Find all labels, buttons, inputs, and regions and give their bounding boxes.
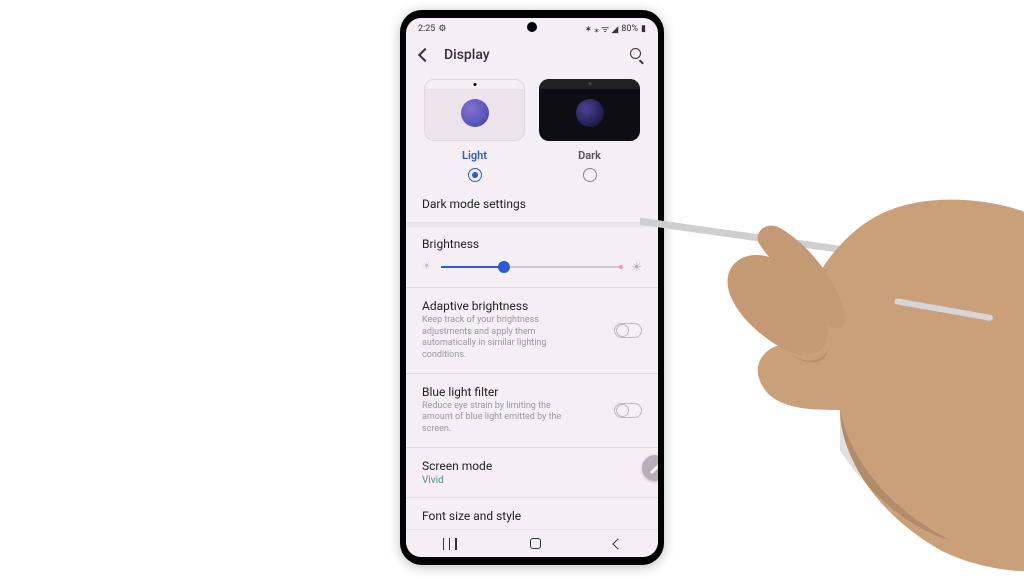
hand-with-stylus [640,150,1024,580]
font-item[interactable]: Font size and style [406,498,658,529]
blue-light-sub: Reduce eye strain by limiting the amount… [422,401,582,436]
screen-mode-item[interactable]: Screen mode Vivid [406,448,658,497]
nav-recents-icon[interactable] [443,538,457,550]
blue-light-filter-item[interactable]: Blue light filter Reduce eye strain by l… [406,374,658,447]
screen-mode-title: Screen mode [422,459,642,473]
dark-mode-settings-label: Dark mode settings [422,197,642,211]
brightness-slider-thumb[interactable] [498,261,510,273]
radio-light[interactable] [468,168,482,182]
theme-option-light[interactable]: Light [424,79,525,182]
page-header: Display [406,37,658,73]
adaptive-brightness-item[interactable]: Adaptive brightness Keep track of your b… [406,288,658,373]
adaptive-brightness-title: Adaptive brightness [422,299,614,313]
adaptive-brightness-sub: Keep track of your brightness adjustment… [422,315,582,362]
theme-option-dark[interactable]: Dark [539,79,640,182]
blue-light-title: Blue light filter [422,385,614,399]
adaptive-brightness-toggle[interactable] [614,323,642,338]
nav-home-icon[interactable] [530,538,541,549]
theme-selector: Light Dark [406,73,658,186]
screen-mode-value: Vivid [422,475,642,486]
brightness-slider-max-dot [619,265,623,269]
font-title: Font size and style [422,509,642,523]
status-indicators: ✶ ⁎ ᯤ ◢ [584,22,618,35]
settings-content: Light Dark Dark mode settings Brightnes [406,73,658,529]
radio-dark[interactable] [583,168,597,182]
brightness-slider[interactable] [441,266,621,268]
screen: 2:25 ⚙ ✶ ⁎ ᯤ ◢ 80% ▮ Display L [406,18,658,557]
brightness-low-icon: ☀ [422,262,431,272]
dark-mode-settings-item[interactable]: Dark mode settings [406,186,658,222]
nav-back-icon[interactable] [612,538,623,549]
brightness-high-icon: ☀ [631,261,642,273]
theme-label-light: Light [462,149,487,162]
front-camera-cutout [527,22,537,32]
battery-icon: ▮ [641,24,646,34]
theme-thumbnail-light [424,79,525,141]
status-notif-icon: ⚙ [438,24,446,34]
android-nav-bar [406,529,658,557]
brightness-label: Brightness [422,237,642,251]
page-title: Display [444,47,630,63]
theme-thumbnail-dark [539,79,640,141]
theme-label-dark: Dark [578,149,601,162]
phone-frame: 2:25 ⚙ ✶ ⁎ ᯤ ◢ 80% ▮ Display L [400,10,664,565]
search-icon[interactable] [630,48,644,62]
status-time: 2:25 [418,24,435,34]
back-icon[interactable] [418,48,432,62]
status-battery: 80% [621,24,638,34]
brightness-section: Brightness ☀ ☀ [406,227,658,287]
blue-light-toggle[interactable] [614,403,642,418]
pencil-icon [649,462,659,475]
